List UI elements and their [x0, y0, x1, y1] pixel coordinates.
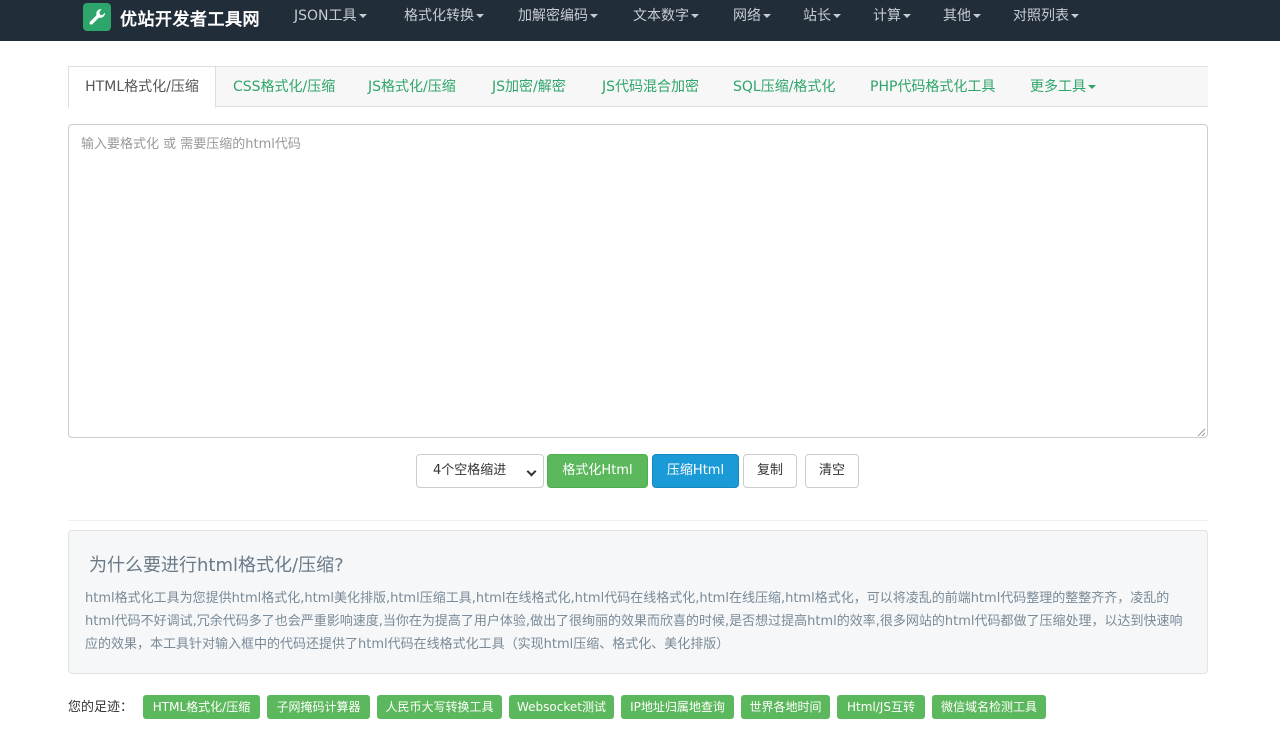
info-description: html格式化工具为您提供html格式化,html美化排版,html压缩工具,h… — [85, 591, 1183, 652]
top-navbar: 优站开发者工具网 JSON工具 格式化转换 加解密编码 文本数字 网络 站长 计… — [0, 0, 1280, 41]
copy-button[interactable]: 复制 — [743, 454, 797, 488]
nav-item-other[interactable]: 其他 — [943, 0, 981, 33]
nav-item-label: 计算 — [873, 8, 901, 24]
html-code-input[interactable] — [68, 124, 1208, 438]
nav-item-encrypt-encode[interactable]: 加解密编码 — [518, 0, 598, 33]
footprint-tag[interactable]: Websocket测试 — [509, 695, 614, 719]
indent-select[interactable]: 4个空格缩进 — [416, 454, 544, 488]
nav-item-label: 其他 — [943, 8, 971, 24]
nav-item-label: 格式化转换 — [404, 8, 474, 24]
tab-js-format[interactable]: JS格式化/压缩 — [368, 67, 456, 107]
nav-item-label: 对照列表 — [1013, 8, 1069, 24]
indent-select-value: 4个空格缩进 — [433, 463, 507, 478]
nav-item-label: 加解密编码 — [518, 8, 588, 24]
nav-item-text-number[interactable]: 文本数字 — [633, 0, 699, 33]
footprint-tag[interactable]: 世界各地时间 — [741, 695, 830, 719]
nav-item-label: 站长 — [803, 8, 831, 24]
caret-down-icon — [1071, 14, 1079, 18]
tab-js-obfuscate[interactable]: JS代码混合加密 — [602, 67, 699, 107]
caret-down-icon — [358, 14, 367, 18]
tab-label: JS代码混合加密 — [602, 79, 700, 95]
caret-down-icon — [833, 14, 841, 18]
tab-label: PHP代码格式化工具 — [870, 79, 996, 95]
footprint-label: 您的足迹： — [68, 700, 134, 715]
tab-php-format[interactable]: PHP代码格式化工具 — [870, 67, 995, 107]
nav-item-label: JSON工具 — [294, 8, 357, 24]
footprint-tag[interactable]: Html/JS互转 — [837, 695, 925, 719]
tab-label: CSS格式化/压缩 — [233, 79, 336, 95]
caret-down-icon — [476, 14, 484, 18]
tab-label: JS加密/解密 — [492, 79, 566, 95]
nav-item-network[interactable]: 网络 — [733, 0, 771, 33]
caret-down-icon — [590, 14, 598, 18]
tab-label: 更多工具 — [1030, 79, 1086, 95]
tool-tabs: HTML格式化/压缩 CSS格式化/压缩 JS格式化/压缩 JS加密/解密 JS… — [68, 66, 1208, 108]
tab-label: JS格式化/压缩 — [368, 79, 456, 95]
nav-item-calculate[interactable]: 计算 — [873, 0, 911, 33]
compress-html-button[interactable]: 压缩Html — [652, 454, 739, 488]
info-panel: 为什么要进行html格式化/压缩? html格式化工具为您提供html格式化,h… — [68, 530, 1208, 674]
nav-item-label: 文本数字 — [633, 8, 689, 24]
brand-link[interactable]: 优站开发者工具网 — [83, 3, 260, 31]
clear-button[interactable]: 清空 — [805, 454, 859, 488]
tab-label: HTML格式化/压缩 — [85, 79, 199, 95]
footprint-tag[interactable]: HTML格式化/压缩 — [143, 695, 260, 719]
nav-item-format-convert[interactable]: 格式化转换 — [404, 0, 484, 33]
format-html-button[interactable]: 格式化Html — [547, 454, 648, 488]
tab-html-format[interactable]: HTML格式化/压缩 — [68, 66, 216, 108]
footprint-tag[interactable]: 人民币大写转换工具 — [377, 695, 502, 719]
chevron-down-icon — [526, 466, 537, 477]
footprint-tag[interactable]: 微信域名检测工具 — [932, 695, 1046, 719]
wrench-icon — [83, 3, 111, 31]
nav-item-webmaster[interactable]: 站长 — [803, 0, 841, 33]
resize-grip-icon[interactable] — [1196, 427, 1206, 437]
nav-item-json-tools[interactable]: JSON工具 — [294, 0, 367, 33]
tab-css-format[interactable]: CSS格式化/压缩 — [233, 67, 335, 107]
caret-down-icon — [1088, 85, 1096, 89]
caret-down-icon — [973, 14, 981, 18]
info-title: 为什么要进行html格式化/压缩? — [89, 555, 344, 576]
tab-more-tools[interactable]: 更多工具 — [1030, 67, 1096, 107]
tab-js-encrypt[interactable]: JS加密/解密 — [492, 67, 566, 107]
section-divider — [68, 520, 1208, 521]
caret-down-icon — [903, 14, 911, 18]
tab-label: SQL压缩/格式化 — [733, 79, 836, 95]
brand-name: 优站开发者工具网 — [120, 9, 260, 30]
caret-down-icon — [691, 14, 699, 18]
nav-item-label: 网络 — [733, 8, 761, 24]
footprint-tag[interactable]: IP地址归属地查询 — [621, 695, 734, 719]
tab-sql-format[interactable]: SQL压缩/格式化 — [733, 67, 835, 107]
caret-down-icon — [763, 14, 771, 18]
footprint-tag[interactable]: 子网掩码计算器 — [267, 695, 370, 719]
nav-item-reference-lists[interactable]: 对照列表 — [1013, 0, 1079, 33]
